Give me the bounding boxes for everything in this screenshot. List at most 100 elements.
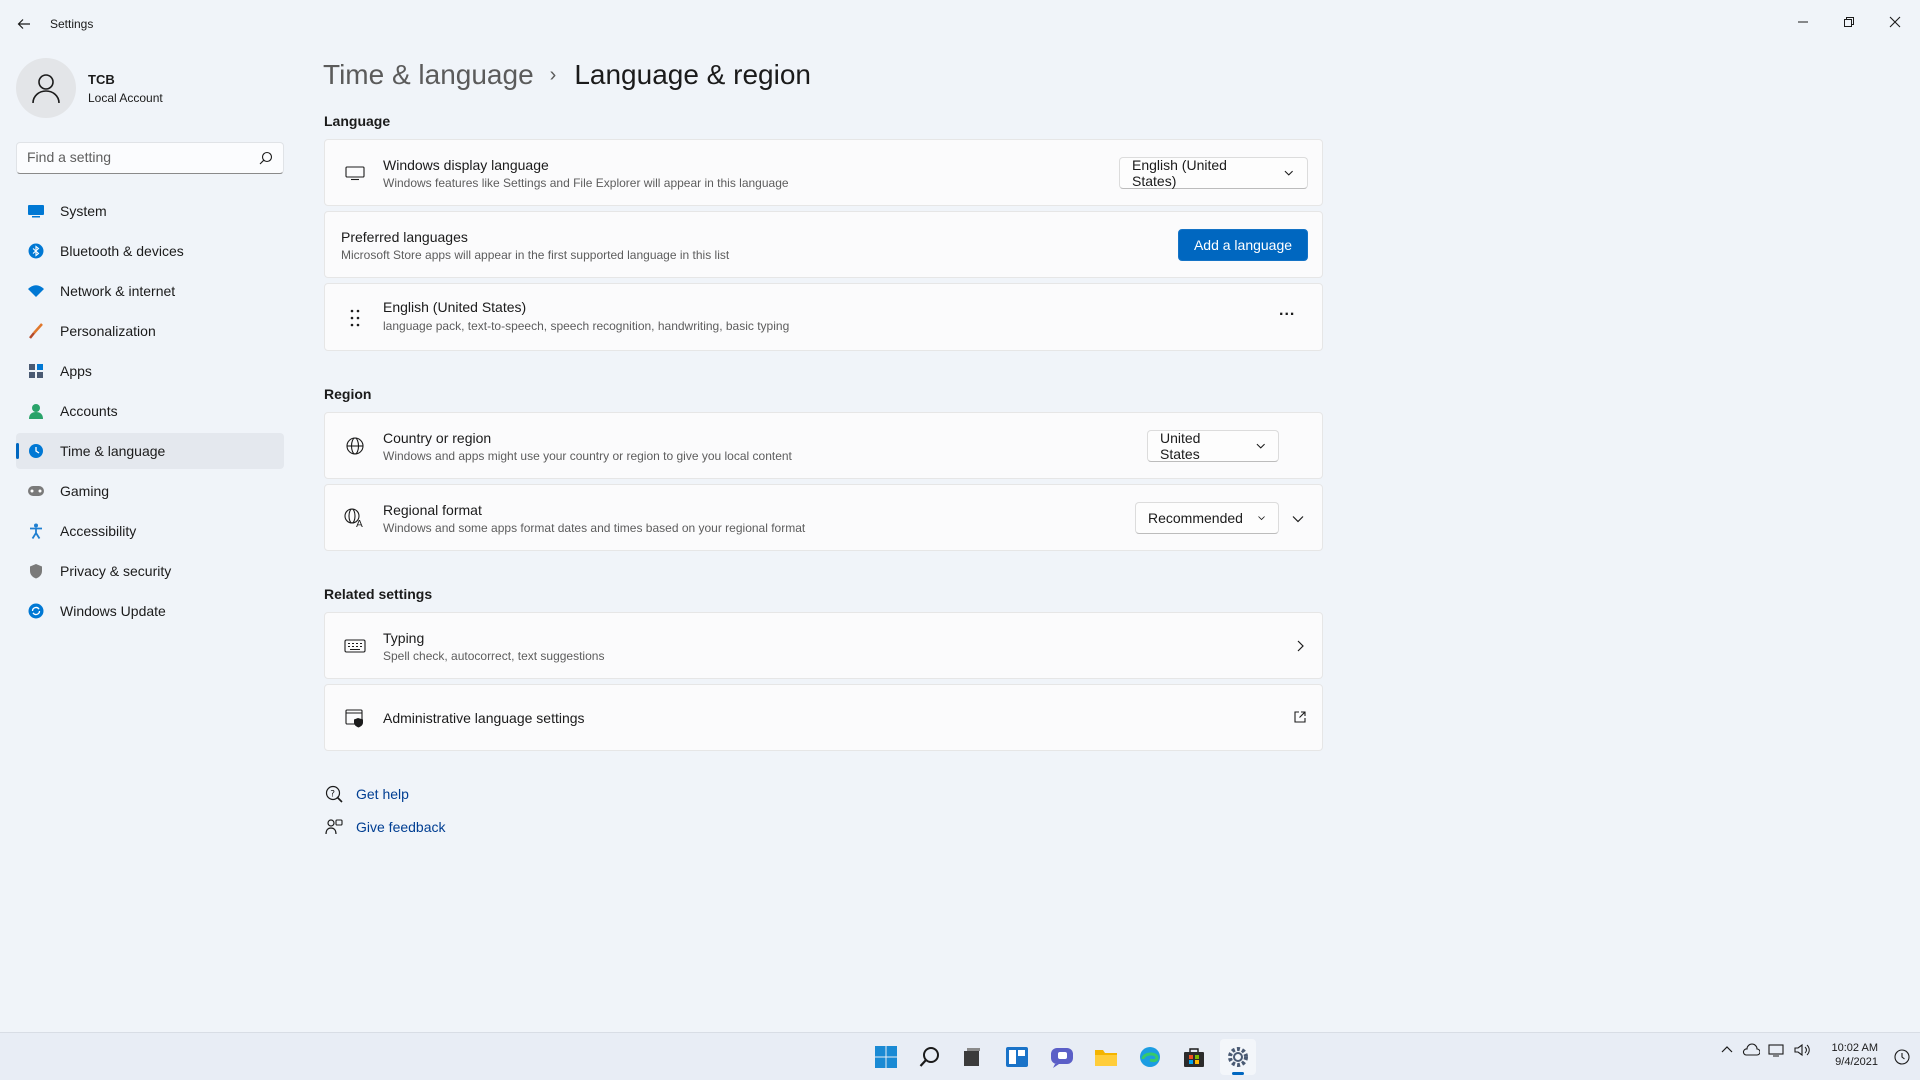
sidebar-nav: System Bluetooth & devices Network & int…	[16, 193, 284, 633]
chevron-up-icon[interactable]	[1720, 1043, 1734, 1057]
search-box[interactable]	[16, 142, 284, 174]
add-language-button[interactable]: Add a language	[1178, 229, 1308, 261]
sidebar-item-windows-update[interactable]: Windows Update	[16, 593, 284, 629]
sidebar-item-label: System	[60, 203, 107, 219]
monitor-icon	[343, 161, 367, 185]
search-input[interactable]	[27, 149, 247, 165]
start-button[interactable]	[868, 1039, 904, 1075]
give-feedback-link[interactable]: Give feedback	[324, 817, 446, 837]
task-view-icon	[964, 1048, 980, 1066]
start-icon	[875, 1046, 897, 1068]
admin-shield-icon	[343, 706, 367, 730]
regional-format-icon: A	[343, 506, 367, 530]
notification-icon[interactable]	[1894, 1049, 1910, 1065]
chat-button[interactable]	[1044, 1039, 1080, 1075]
regional-format-description: Windows and some apps format dates and t…	[383, 521, 806, 535]
volume-icon[interactable]	[1794, 1043, 1812, 1057]
apps-icon	[26, 361, 46, 381]
back-button[interactable]	[12, 12, 36, 36]
section-title-related: Related settings	[324, 586, 433, 602]
sidebar-item-label: Time & language	[60, 443, 166, 459]
task-view-button[interactable]	[954, 1039, 990, 1075]
sidebar-item-privacy[interactable]: Privacy & security	[16, 553, 284, 589]
more-options-button[interactable]: ...	[1279, 302, 1295, 320]
sidebar-item-apps[interactable]: Apps	[16, 353, 284, 389]
system-icon	[26, 201, 46, 221]
country-region-card: Country or region Windows and apps might…	[324, 412, 1323, 479]
settings-taskbar-button[interactable]	[1220, 1039, 1256, 1075]
gamepad-icon	[26, 481, 46, 501]
back-arrow-icon	[17, 19, 30, 29]
profile-account-type: Local Account	[88, 91, 163, 105]
country-region-dropdown[interactable]: United States	[1147, 430, 1279, 462]
keyboard-icon	[343, 634, 367, 658]
close-icon	[1889, 16, 1901, 28]
taskbar: 10:02 AM 9/4/2021	[0, 1032, 1920, 1080]
typing-description: Spell check, autocorrect, text suggestio…	[383, 649, 605, 663]
file-explorer-icon	[1095, 1050, 1117, 1066]
preferred-languages-description: Microsoft Store apps will appear in the …	[341, 248, 730, 262]
drag-handle-icon[interactable]	[343, 306, 367, 330]
get-help-label: Get help	[356, 786, 409, 802]
globe-icon	[343, 434, 367, 458]
country-region-description: Windows and apps might use your country …	[383, 449, 792, 463]
clock-time: 10:02 AM	[1831, 1042, 1878, 1054]
sidebar-item-label: Privacy & security	[60, 563, 172, 579]
admin-language-card[interactable]: Administrative language settings	[324, 684, 1323, 751]
display-language-dropdown[interactable]: English (United States)	[1119, 157, 1308, 189]
expand-chevron-icon[interactable]	[1291, 512, 1305, 526]
close-button[interactable]	[1872, 6, 1918, 38]
edge-button[interactable]	[1132, 1039, 1168, 1075]
sidebar-item-label: Gaming	[60, 483, 110, 499]
search-icon	[259, 151, 273, 165]
chevron-down-icon	[1256, 443, 1265, 449]
regional-format-card[interactable]: A Regional format Windows and some apps …	[324, 484, 1323, 551]
widgets-button[interactable]	[999, 1039, 1035, 1075]
file-explorer-button[interactable]	[1088, 1039, 1124, 1075]
edge-icon	[1140, 1047, 1160, 1067]
dropdown-value: Recommended	[1148, 510, 1243, 526]
breadcrumb-parent[interactable]: Time & language	[323, 59, 534, 91]
sidebar-item-label: Network & internet	[60, 283, 176, 299]
get-help-link[interactable]: ? Get help	[324, 784, 409, 804]
minimize-button[interactable]	[1780, 6, 1826, 38]
bluetooth-icon	[26, 241, 46, 261]
store-button[interactable]	[1176, 1039, 1212, 1075]
installed-language-card[interactable]: English (United States) language pack, t…	[324, 283, 1323, 351]
restore-button[interactable]	[1826, 6, 1872, 38]
system-tray	[1720, 1043, 1812, 1057]
sidebar-item-personalization[interactable]: Personalization	[16, 313, 284, 349]
typing-card[interactable]: Typing Spell check, autocorrect, text su…	[324, 612, 1323, 679]
taskbar-search-button[interactable]	[912, 1039, 948, 1075]
sidebar-item-network[interactable]: Network & internet	[16, 273, 284, 309]
chevron-down-icon	[1285, 170, 1294, 176]
sidebar-item-label: Windows Update	[60, 603, 166, 619]
active-app-indicator	[1232, 1072, 1244, 1075]
sidebar-item-bluetooth[interactable]: Bluetooth & devices	[16, 233, 284, 269]
update-icon	[26, 601, 46, 621]
taskbar-clock[interactable]: 10:02 AM 9/4/2021	[1832, 1041, 1878, 1069]
sidebar-item-time-language[interactable]: Time & language	[16, 433, 284, 469]
page-title: Language & region	[574, 59, 811, 90]
display-language-card: Windows display language Windows feature…	[324, 139, 1323, 206]
regional-format-dropdown[interactable]: Recommended	[1135, 502, 1279, 534]
sidebar-item-accounts[interactable]: Accounts	[16, 393, 284, 429]
sidebar-item-label: Personalization	[60, 323, 156, 339]
preferred-languages-card: Preferred languages Microsoft Store apps…	[324, 211, 1323, 278]
app-title: Settings	[50, 17, 94, 31]
onedrive-icon[interactable]	[1742, 1043, 1760, 1057]
sidebar-item-accessibility[interactable]: Accessibility	[16, 513, 284, 549]
sidebar-item-gaming[interactable]: Gaming	[16, 473, 284, 509]
store-icon	[1184, 1048, 1204, 1067]
feedback-icon	[324, 817, 344, 837]
display-language-title: Windows display language	[383, 157, 549, 173]
installed-language-title: English (United States)	[383, 299, 527, 315]
person-icon	[26, 401, 46, 421]
installed-language-description: language pack, text-to-speech, speech re…	[383, 319, 790, 333]
sidebar-item-system[interactable]: System	[16, 193, 284, 229]
dropdown-value: United States	[1160, 430, 1201, 462]
network-icon[interactable]	[1768, 1043, 1786, 1057]
typing-title: Typing	[383, 630, 425, 646]
user-profile[interactable]: TCB Local Account	[16, 58, 286, 118]
shield-icon	[26, 561, 46, 581]
